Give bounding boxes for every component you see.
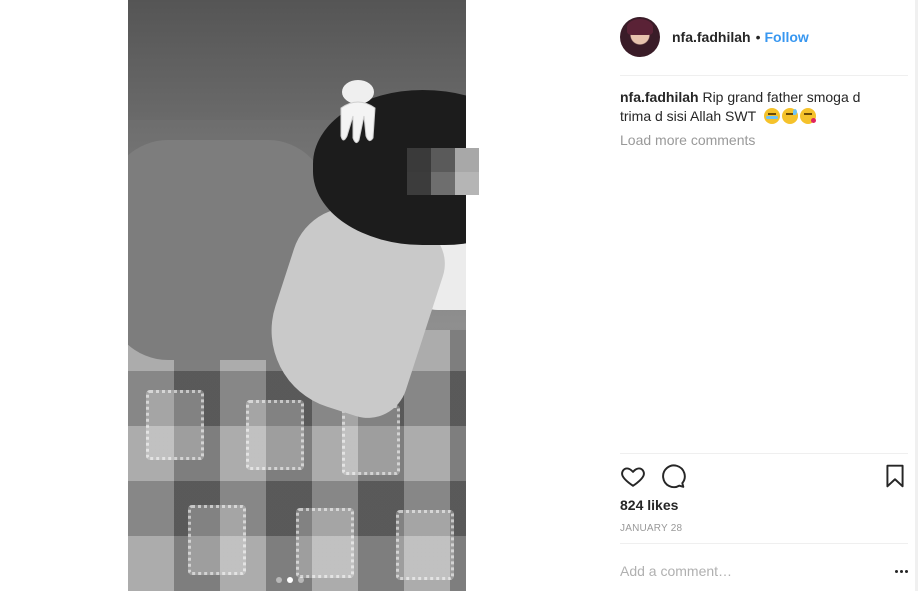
comment-box bbox=[620, 556, 908, 586]
post-caption: nfa.fadhilah Rip grand father smoga d tr… bbox=[620, 88, 890, 126]
blanket-pattern bbox=[296, 508, 354, 578]
carousel-indicator bbox=[276, 577, 304, 583]
caption-username[interactable]: nfa.fadhilah bbox=[620, 89, 699, 105]
crying-face-emoji-icon bbox=[763, 108, 780, 124]
header-username[interactable]: nfa.fadhilah bbox=[672, 29, 751, 45]
comment-divider bbox=[620, 543, 908, 544]
pixelated-block bbox=[407, 148, 479, 195]
carousel-dot bbox=[276, 577, 282, 583]
action-bar bbox=[620, 463, 908, 491]
heart-icon[interactable] bbox=[620, 463, 646, 489]
blanket-pattern bbox=[188, 505, 246, 575]
blanket-pattern bbox=[146, 390, 204, 460]
post-media bbox=[0, 0, 600, 591]
more-options-icon[interactable] bbox=[888, 561, 908, 581]
comment-bubble-icon[interactable] bbox=[660, 463, 686, 489]
header-divider bbox=[620, 75, 908, 76]
load-more-comments-link[interactable]: Load more comments bbox=[620, 132, 755, 148]
comment-input[interactable] bbox=[620, 563, 888, 579]
blanket-pattern bbox=[246, 400, 304, 470]
follow-button[interactable]: Follow bbox=[764, 29, 808, 45]
separator-bullet: • bbox=[755, 29, 761, 45]
bookmark-icon[interactable] bbox=[882, 463, 908, 489]
likes-count[interactable]: 824 likes bbox=[620, 497, 678, 513]
post-date[interactable]: JANUARY 28 bbox=[620, 523, 682, 534]
carousel-dot bbox=[298, 577, 304, 583]
post-photo[interactable] bbox=[128, 0, 466, 591]
blanket-pattern bbox=[396, 510, 454, 580]
caption-emojis bbox=[763, 108, 816, 124]
hair-clip bbox=[340, 80, 376, 144]
sweat-face-emoji-icon bbox=[781, 108, 798, 124]
avatar[interactable] bbox=[620, 17, 660, 57]
kiss-face-emoji-icon bbox=[799, 108, 816, 124]
post-side-panel: nfa.fadhilah • Follow nfa.fadhilah Rip g… bbox=[600, 0, 918, 591]
post-header: nfa.fadhilah • Follow bbox=[620, 16, 809, 58]
actions-divider bbox=[620, 453, 908, 454]
carousel-dot-active bbox=[287, 577, 293, 583]
